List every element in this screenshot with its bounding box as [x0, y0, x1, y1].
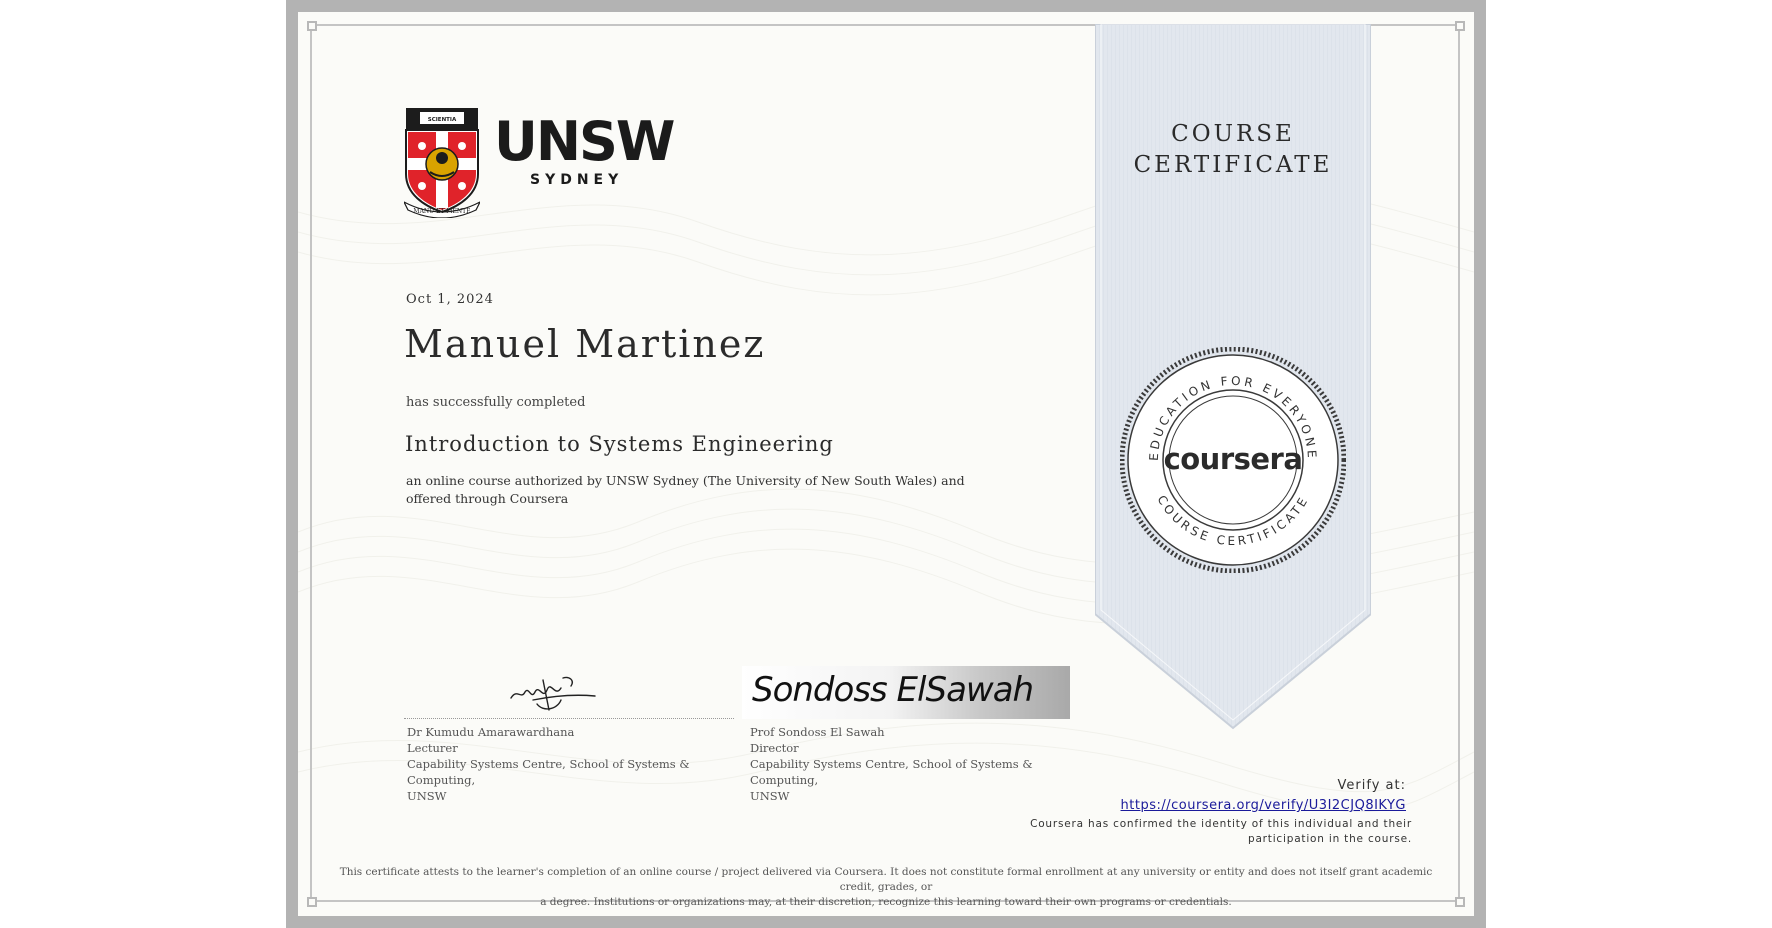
- crest-motto-text: MANU ET MENTE: [413, 208, 470, 215]
- signer-department: Capability Systems Centre, School of Sys…: [750, 757, 1033, 787]
- signer-block: Prof Sondoss El Sawah Director Capabilit…: [750, 724, 1070, 804]
- signature-image: [510, 676, 596, 711]
- institution-name: UNSW: [494, 110, 675, 173]
- frame-corner-ornament: [1455, 21, 1465, 31]
- recipient-name: Manuel Martinez: [404, 322, 766, 366]
- verify-label: Verify at:: [1337, 778, 1406, 793]
- signer-block: Dr Kumudu Amarawardhana Lecturer Capabil…: [407, 724, 727, 804]
- signature-line: [404, 718, 734, 719]
- crest-banner-text: SCIENTIA: [428, 117, 457, 123]
- unsw-logo: SCIENTIA MANU ET MENTE UNSW SYDNEY: [402, 106, 675, 219]
- ribbon-title-line: COURSE: [1171, 121, 1295, 147]
- signer-org: UNSW: [407, 789, 447, 803]
- ribbon-title: COURSE CERTIFICATE: [1095, 119, 1371, 181]
- course-name: Introduction to Systems Engineering: [405, 432, 834, 456]
- certificate-paper: COURSE CERTIFICATE EDUCATION FOR EVERYON…: [298, 12, 1474, 916]
- seal-brand: coursera: [1164, 442, 1303, 476]
- signer-name: Prof Sondoss El Sawah: [750, 725, 885, 739]
- ribbon-title-line: CERTIFICATE: [1133, 152, 1333, 178]
- completed-text: has successfully completed: [406, 395, 586, 410]
- completion-date: Oct 1, 2024: [406, 292, 494, 307]
- signer-name: Dr Kumudu Amarawardhana: [407, 725, 575, 739]
- identity-confirmation: Coursera has confirmed the identity of t…: [1012, 817, 1412, 847]
- signer-title: Director: [750, 741, 799, 755]
- frame-corner-ornament: [307, 21, 317, 31]
- confirmation-line: Coursera has confirmed the identity of t…: [1030, 818, 1412, 830]
- verify-block: Verify at: https://coursera.org/verify/U…: [1121, 778, 1406, 814]
- signature-text: Sondoss ElSawah: [752, 670, 1034, 710]
- frame-corner-ornament: [307, 897, 317, 907]
- coursera-seal: EDUCATION FOR EVERYONE COURSE CERTIFICAT…: [1120, 347, 1346, 573]
- certificate-outer-border: COURSE CERTIFICATE EDUCATION FOR EVERYON…: [286, 0, 1486, 928]
- disclaimer-line: This certificate attests to the learner'…: [339, 866, 1433, 893]
- disclaimer-line: a degree. Institutions or organizations …: [540, 896, 1232, 908]
- institution-city: SYDNEY: [530, 172, 624, 188]
- course-description: an online course authorized by UNSW Sydn…: [406, 473, 965, 506]
- verify-link[interactable]: https://coursera.org/verify/U3I2CJQ8IKYG: [1121, 798, 1406, 813]
- signer-title: Lecturer: [407, 741, 458, 755]
- signer-org: UNSW: [750, 789, 790, 803]
- unsw-crest-icon: SCIENTIA MANU ET MENTE: [402, 108, 482, 219]
- confirmation-line: participation in the course.: [1247, 833, 1412, 845]
- frame-corner-ornament: [1455, 897, 1465, 907]
- signer-department: Capability Systems Centre, School of Sys…: [407, 757, 690, 787]
- signature-image: Sondoss ElSawah: [742, 666, 1070, 719]
- disclaimer: This certificate attests to the learner'…: [328, 865, 1444, 910]
